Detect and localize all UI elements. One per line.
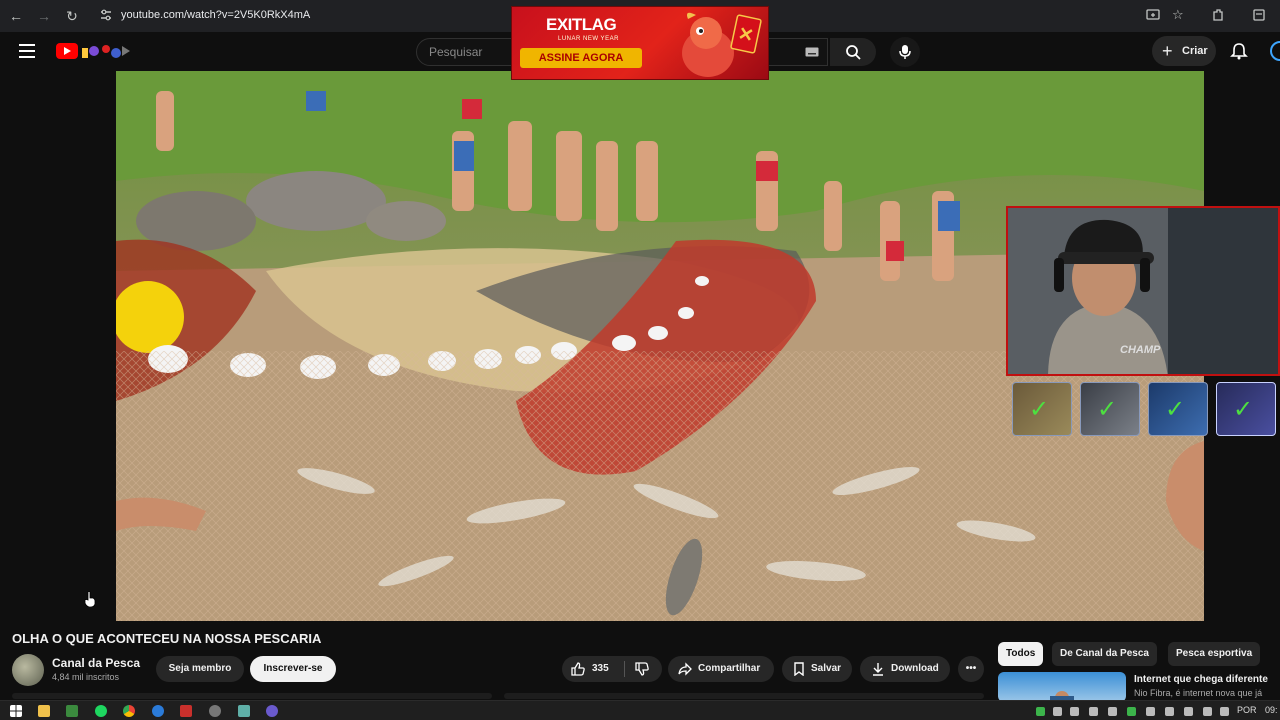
subscribe-button[interactable]: Inscrever-se <box>250 656 336 682</box>
tray-app-icon[interactable] <box>1089 707 1098 716</box>
achievement-badge: ✓ <box>1012 382 1072 436</box>
search-input[interactable]: Pesquisar <box>429 45 482 59</box>
recommendation-title[interactable]: Internet que chega diferente <box>1134 674 1268 685</box>
exitlag-ad-banner[interactable]: EXITLAG LUNAR NEW YEAR ASSINE AGORA <box>511 6 769 80</box>
microphone-tray-icon[interactable] <box>1165 707 1174 716</box>
dislike-icon[interactable] <box>635 662 649 676</box>
volume-icon[interactable] <box>1184 707 1193 716</box>
chrome-icon[interactable] <box>123 705 135 717</box>
search-button[interactable] <box>830 38 876 66</box>
tab-search-icon[interactable] <box>1252 8 1266 22</box>
notifications-bell-icon[interactable] <box>1230 42 1248 60</box>
hamburger-menu-icon[interactable] <box>19 44 35 58</box>
tray-app-icon[interactable] <box>1070 707 1079 716</box>
spotify-icon[interactable] <box>95 705 107 717</box>
achievement-badge: ✓ <box>1148 382 1208 436</box>
file-explorer-icon[interactable] <box>38 705 50 717</box>
battery-icon[interactable] <box>1220 707 1229 716</box>
share-label: Compartilhar <box>698 663 761 674</box>
settings-gear-icon[interactable] <box>209 705 221 717</box>
description-placeholder <box>504 693 984 699</box>
microphone-icon <box>899 45 911 59</box>
tray-app-icon[interactable] <box>1146 707 1155 716</box>
achievement-badge: ✓ <box>1216 382 1276 436</box>
edge-icon[interactable] <box>152 705 164 717</box>
video-title: OLHA O QUE ACONTECEU NA NOSSA PESCARIA <box>12 631 322 646</box>
cast-icon[interactable] <box>1146 8 1160 22</box>
recommendation-subtitle: Nio Fibra, é internet nova que já <box>1134 688 1263 698</box>
streamer-webcam: CHAMP <box>1006 206 1280 376</box>
subscriber-count: 4,84 mil inscritos <box>52 672 120 682</box>
back-arrow-icon[interactable]: ← <box>6 6 26 26</box>
channel-avatar[interactable] <box>12 654 44 686</box>
youtube-logo[interactable] <box>56 43 78 59</box>
extensions-icon[interactable] <box>1211 8 1225 22</box>
recommendation-thumbnail[interactable] <box>998 672 1126 702</box>
checkmark-icon: ✓ <box>1029 396 1050 423</box>
download-icon <box>873 663 883 676</box>
windows-start-icon[interactable] <box>10 705 22 717</box>
like-icon[interactable] <box>571 662 585 676</box>
save-label: Salvar <box>811 663 842 674</box>
tray-app-icon[interactable] <box>1127 707 1136 716</box>
achievement-badge: ✓ <box>1080 382 1140 436</box>
join-button[interactable]: Seja membro <box>156 656 244 682</box>
obs-icon[interactable] <box>266 705 278 717</box>
reload-icon[interactable]: ↻ <box>62 6 82 26</box>
share-arrow-icon <box>678 662 692 676</box>
windows-taskbar: POR 09: <box>0 700 1280 720</box>
ad-brand: EXITLAG <box>546 15 617 34</box>
system-clock[interactable]: 09: <box>1265 705 1278 715</box>
thumbnail-image <box>1050 691 1074 702</box>
webcam-watermark: CHAMP <box>1120 344 1161 356</box>
like-dislike-group: 335 <box>562 656 662 682</box>
like-count[interactable]: 335 <box>592 656 609 682</box>
notepad-icon[interactable] <box>238 705 250 717</box>
address-bar[interactable]: youtube.com/watch?v=2V5K0RkX4mA <box>121 9 310 21</box>
ad-tagline: LUNAR NEW YEAR <box>558 36 619 42</box>
account-avatar[interactable] <box>1270 41 1280 61</box>
description-placeholder <box>12 693 492 699</box>
chip-sport-fishing[interactable]: Pesca esportiva <box>1168 642 1261 666</box>
logo-doodle-icon[interactable] <box>80 42 132 60</box>
plus-icon: + <box>1162 41 1173 61</box>
keyboard-language[interactable]: POR <box>1237 705 1257 715</box>
ad-cta-button[interactable]: ASSINE AGORA <box>520 48 642 68</box>
checkmark-icon: ✓ <box>1097 396 1118 423</box>
checkmark-icon: ✓ <box>1165 396 1186 423</box>
network-icon[interactable] <box>1203 707 1212 716</box>
divider <box>624 661 625 677</box>
channel-name[interactable]: Canal da Pesca <box>52 656 140 670</box>
tray-app-icon[interactable] <box>1108 707 1117 716</box>
download-label: Download <box>891 663 939 674</box>
save-button[interactable]: Salvar <box>782 656 852 682</box>
calendar-icon[interactable] <box>180 705 192 717</box>
create-button[interactable]: + Criar <box>1152 36 1216 66</box>
site-settings-icon[interactable] <box>99 8 113 22</box>
forward-arrow-icon[interactable]: → <box>34 6 54 26</box>
hand-cursor-icon <box>84 591 96 607</box>
dragon-mascot-icon <box>682 12 762 77</box>
bookmark-icon <box>794 662 804 676</box>
share-button[interactable]: Compartilhar <box>668 656 774 682</box>
chip-from-channel[interactable]: De Canal da Pesca <box>1052 642 1157 666</box>
create-label: Criar <box>1182 45 1208 57</box>
search-icon <box>846 45 861 60</box>
tray-app-icon[interactable] <box>1036 707 1045 716</box>
checkmark-icon: ✓ <box>1233 396 1254 423</box>
tray-app-icon[interactable] <box>1053 707 1062 716</box>
xbox-icon[interactable] <box>66 705 78 717</box>
more-actions-button[interactable]: ••• <box>958 656 984 682</box>
download-button[interactable]: Download <box>860 656 950 682</box>
bookmark-star-icon[interactable]: ☆ <box>1172 7 1184 23</box>
chip-all[interactable]: Todos <box>998 642 1044 666</box>
keyboard-icon[interactable] <box>805 47 819 57</box>
voice-search-button[interactable] <box>890 37 920 67</box>
